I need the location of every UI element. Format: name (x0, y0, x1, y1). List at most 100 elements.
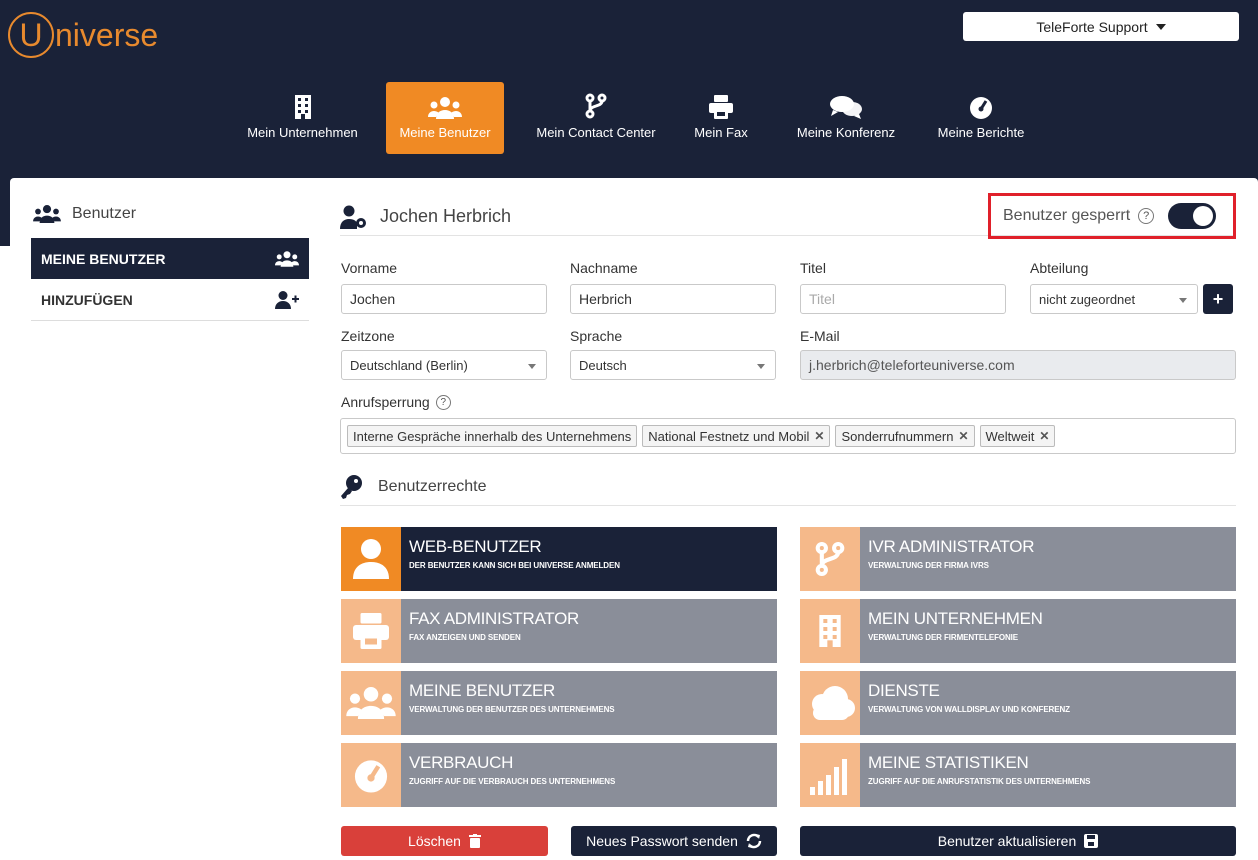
sidebar-title-label: Benutzer (72, 205, 137, 222)
nav-meine-konferenz[interactable]: Meine Konferenz (786, 82, 906, 154)
card-subtitle: VERWALTUNG VON WALLDISPLAY UND KONFERENZ (868, 705, 1070, 714)
tag-intern: Interne Gespräche innerhalb des Unterneh… (347, 425, 638, 447)
account-dropdown[interactable]: TeleForte Support (963, 12, 1239, 41)
card-subtitle: ZUGRIFF AUF DIE VERBRAUCH DES UNTERNEHME… (409, 777, 616, 786)
user-icon (353, 539, 389, 579)
nav-mein-fax[interactable]: Mein Fax (690, 82, 752, 154)
users-icon (428, 97, 462, 119)
card-icon-box (341, 743, 401, 807)
card-title: MEINE BENUTZER (409, 681, 555, 700)
help-icon[interactable]: ? (1138, 208, 1155, 224)
right-card-ivr-administrator[interactable]: IVR ADMINISTRATOR VERWALTUNG DER FIRMA IV… (800, 527, 1236, 591)
tag-national: National Festnetz und Mobil ✕ (642, 425, 831, 447)
anrufsperrung-tags[interactable]: Interne Gespräche innerhalb des Unterneh… (340, 418, 1236, 454)
vorname-label: Vorname (341, 260, 398, 276)
key-icon (341, 474, 362, 499)
card-subtitle: DER BENUTZER KANN SICH BEI UNIVERSE ANME… (409, 561, 620, 570)
chat-icon (830, 96, 862, 119)
card-icon-box (341, 527, 401, 591)
delete-label: Löschen (408, 833, 461, 849)
send-password-button[interactable]: Neues Passwort senden (571, 826, 777, 856)
nav-label: Meine Berichte (937, 125, 1025, 140)
nav-label: Mein Fax (694, 125, 748, 140)
plus-icon: + (1212, 288, 1224, 309)
right-card-meine-benutzer[interactable]: MEINE BENUTZER VERWALTUNG DER BENUTZER DE… (341, 671, 777, 735)
nav-label: Mein Contact Center (536, 125, 656, 140)
caret-down-icon (1155, 23, 1166, 30)
nachname-label: Nachname (570, 260, 638, 276)
nav-meine-berichte[interactable]: Meine Berichte (926, 82, 1036, 154)
card-icon-box (800, 743, 860, 807)
right-card-verbrauch[interactable]: VERBRAUCH ZUGRIFF AUF DIE VERBRAUCH DES U… (341, 743, 777, 807)
right-card-meine-statistiken[interactable]: MEINE STATISTIKEN ZUGRIFF AUF DIE ANRUFST… (800, 743, 1236, 807)
card-subtitle: VERWALTUNG DER FIRMA IVRS (868, 561, 989, 570)
printer-icon (709, 95, 733, 119)
card-title: WEB-BENUTZER (409, 537, 542, 556)
right-card-fax-administrator[interactable]: FAX ADMINISTRATOR FAX ANZEIGEN UND SENDEN (341, 599, 777, 663)
update-user-button[interactable]: Benutzer aktualisieren (800, 826, 1236, 856)
trash-icon (468, 834, 481, 848)
email-label: E-Mail (800, 328, 840, 344)
user-gear-icon (340, 205, 366, 229)
card-title: DIENSTE (868, 681, 940, 700)
abteilung-select[interactable]: nicht zugeordnet (1030, 284, 1198, 314)
card-subtitle: ZUGRIFF AUF DIE ANRUFSTATISTIK DES UNTER… (868, 777, 1091, 786)
refresh-icon (746, 833, 762, 849)
users-icon (33, 205, 61, 223)
remove-tag-icon[interactable]: ✕ (958, 429, 968, 443)
nav-meine-benutzer[interactable]: Meine Benutzer (386, 82, 504, 154)
card-icon-box (341, 599, 401, 663)
card-title: FAX ADMINISTRATOR (409, 609, 579, 628)
anrufsperrung-label-row: Anrufsperrung ? (341, 394, 451, 410)
send-password-label: Neues Passwort senden (586, 833, 738, 849)
titel-field[interactable]: Titel (800, 284, 1006, 314)
nav-label: Meine Benutzer (399, 125, 491, 140)
sidebar-item-hinzufuegen[interactable]: HINZUFÜGEN (31, 280, 309, 321)
nav-mein-unternehmen[interactable]: Mein Unternehmen (240, 82, 365, 154)
logo-text: niverse (55, 16, 159, 53)
building-icon (819, 615, 841, 647)
tag-label: National Festnetz und Mobil (648, 428, 810, 444)
bar-chart-icon (810, 759, 847, 795)
user-locked-toggle[interactable] (1168, 203, 1217, 229)
cloud-icon (812, 686, 855, 720)
tag-label: Sonderrufnummern (841, 428, 954, 444)
users-icon (346, 687, 396, 719)
user-locked-highlight: Benutzer gesperrt ? (988, 193, 1236, 239)
help-icon[interactable]: ? (435, 394, 451, 410)
tag-weltweit: Weltweit ✕ (979, 425, 1056, 447)
sidebar-item-label: MEINE BENUTZER (41, 250, 166, 267)
app-logo[interactable]: U niverse (8, 12, 158, 58)
save-icon (1084, 834, 1099, 848)
right-card-mein-unternehmen[interactable]: MEIN UNTERNEHMEN VERWALTUNG DER FIRMENTEL… (800, 599, 1236, 663)
remove-tag-icon[interactable]: ✕ (1039, 429, 1049, 443)
tag-label: Weltweit (985, 428, 1035, 444)
account-label: TeleForte Support (1036, 18, 1148, 35)
nav-label: Mein Unternehmen (247, 125, 358, 140)
right-card-dienste[interactable]: DIENSTE VERWALTUNG VON WALLDISPLAY UND KO… (800, 671, 1236, 735)
tag-sonderrufnummern: Sonderrufnummern ✕ (835, 425, 975, 447)
nachname-field[interactable]: Herbrich (570, 284, 776, 314)
remove-tag-icon[interactable]: ✕ (814, 429, 824, 443)
sprache-label: Sprache (570, 328, 623, 344)
right-card-web-benutzer[interactable]: WEB-BENUTZER DER BENUTZER KANN SICH BEI U… (341, 527, 777, 591)
card-title: MEIN UNTERNEHMEN (868, 609, 1043, 628)
delete-button[interactable]: Löschen (341, 826, 548, 856)
sprache-select[interactable]: Deutsch (570, 350, 776, 380)
printer-icon (353, 613, 389, 649)
sidebar-item-meine-benutzer[interactable]: MEINE BENUTZER (31, 238, 309, 279)
card-title: MEINE STATISTIKEN (868, 753, 1029, 772)
card-icon-box (800, 671, 860, 735)
branch-icon (815, 541, 845, 577)
vorname-field[interactable]: Jochen (341, 284, 547, 314)
rights-header: Benutzerrechte (340, 468, 1236, 506)
zeitzone-select[interactable]: Deutschland (Berlin) (341, 350, 547, 380)
add-abteilung-button[interactable]: + (1203, 284, 1233, 314)
email-field[interactable]: j.herbrich@teleforteuniverse.com (800, 350, 1236, 380)
gauge-icon (970, 97, 992, 119)
anrufsperrung-label: Anrufsperrung (341, 394, 430, 410)
user-name: Jochen Herbrich (380, 206, 512, 226)
user-plus-icon (275, 291, 299, 309)
titel-label: Titel (800, 260, 826, 276)
nav-mein-contact-center[interactable]: Mein Contact Center (526, 82, 666, 154)
